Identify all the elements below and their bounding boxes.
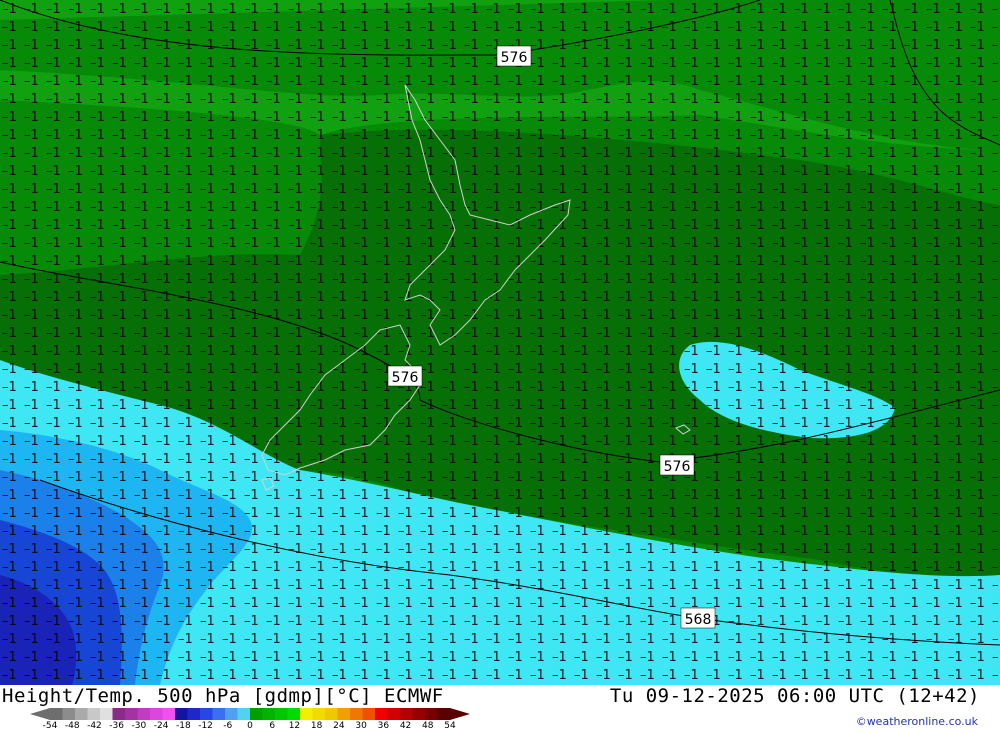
colorbar-tick-label: 18	[310, 721, 323, 731]
height-label-568: 568	[680, 607, 716, 629]
colorbar-segment	[175, 708, 188, 720]
forecast-datetime: Tu 09-12-2025 06:00 UTC (12+42)	[609, 685, 980, 707]
colorbar-segment	[350, 708, 363, 720]
height-label-576-east: 576	[659, 454, 695, 476]
colorbar-tick-label: 36	[377, 721, 390, 731]
map-footer: Height/Temp. 500 hPa [gdmp][°C] ECMWF Tu…	[0, 685, 1000, 733]
height-label-576-center: 576	[387, 365, 423, 387]
colorbar-segment	[300, 708, 313, 720]
colorbar-tick-label: 42	[399, 721, 412, 731]
colorbar-segment	[150, 708, 163, 720]
height-label-576-top: 576	[496, 45, 532, 67]
colorbar-segment	[212, 708, 226, 720]
colorbar-tick-label: -36	[109, 721, 125, 731]
colorbar-tick-label: -18	[175, 721, 191, 731]
colorbar-segment	[50, 708, 63, 720]
svg-text:576: 576	[501, 50, 528, 66]
colorbar-segment	[425, 708, 438, 720]
colorbar-tick-label: -24	[153, 721, 169, 731]
colorbar-segment	[250, 708, 263, 720]
colorbar-segment	[437, 708, 451, 720]
colorbar-segment	[162, 708, 176, 720]
colorbar-tick-label: 54	[444, 721, 456, 731]
colorbar-tick-label: -30	[131, 721, 147, 731]
colorbar-segment	[87, 708, 101, 720]
colorbar-tick-label: 12	[288, 721, 301, 731]
colorbar-left-arrow	[30, 708, 50, 720]
colorbar-tick-label: 6	[269, 721, 276, 731]
colorbar-segment	[187, 708, 201, 720]
colorbar-tick-label: -12	[198, 721, 213, 731]
colorbar-tick-label: 48	[422, 721, 434, 731]
copyright-text: ©weatheronline.co.uk	[855, 715, 978, 728]
colorbar-segment	[125, 708, 138, 720]
colorbar-tick-label: -42	[87, 721, 102, 731]
colorbar-segment	[262, 708, 276, 720]
colorbar-segment	[237, 708, 251, 720]
colorbar	[30, 708, 470, 720]
svg-text:568: 568	[685, 612, 712, 628]
svg-text:576: 576	[664, 459, 691, 475]
colorbar-segment	[287, 708, 301, 720]
colorbar-segment	[337, 708, 351, 720]
colorbar-segment	[412, 708, 426, 720]
colorbar-tick-labels: -54 -48 -42 -36 -30 -24 -18 -12 -6 0 6 12 18 24 30 36 42…	[30, 721, 470, 733]
colorbar-segment	[400, 708, 413, 720]
colorbar-segment	[200, 708, 213, 720]
colorbar-segment	[312, 708, 326, 720]
colorbar-segment	[362, 708, 376, 720]
colorbar-segment	[112, 708, 126, 720]
colorbar-right-arrow	[450, 708, 470, 720]
colorbar-tick-label: -48	[64, 721, 80, 731]
colorbar-segment	[75, 708, 88, 720]
colorbar-tick-label: 24	[333, 721, 345, 731]
weather-map: –1 –1 576 576	[0, 0, 1000, 685]
colorbar-segment	[275, 708, 288, 720]
colorbar-segment	[225, 708, 238, 720]
colorbar-segment	[62, 708, 76, 720]
colorbar-tick-label: -6	[223, 721, 233, 731]
colorbar-segment	[100, 708, 113, 720]
colorbar-tick-label: -54	[42, 721, 58, 731]
colorbar-segment	[375, 708, 388, 720]
colorbar-segment	[387, 708, 401, 720]
colorbar-tick-label: 0	[247, 721, 253, 731]
colorbar-segment	[137, 708, 151, 720]
colorbar-segment	[325, 708, 338, 720]
map-title: Height/Temp. 500 hPa [gdmp][°C] ECMWF	[2, 685, 444, 707]
colorbar-tick-label: 30	[355, 721, 367, 731]
svg-text:576: 576	[392, 370, 419, 386]
